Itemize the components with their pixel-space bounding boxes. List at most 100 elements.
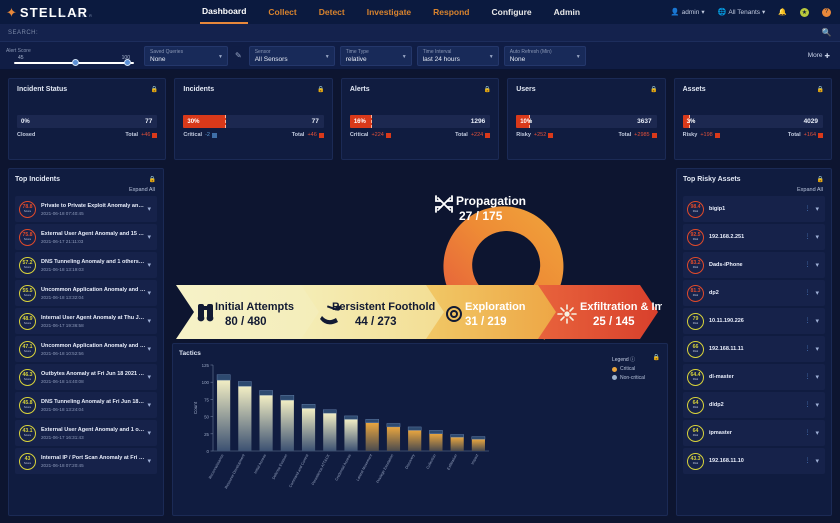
nav-item-dashboard[interactable]: Dashboard [200,0,248,24]
incident-list-item[interactable]: 48.9ScoreInternal User Agent Anomaly at … [15,308,157,334]
chevron-down-icon[interactable]: ▾ [813,233,821,241]
bar-segment-critical[interactable] [366,419,379,422]
incident-list-item[interactable]: 46.3ScoreOutbytes Anomaly at Fri Jun 18 … [15,364,157,390]
legend-entry-critical[interactable]: Critical [612,366,645,372]
kpi-card-alerts[interactable]: Alerts 🔒 16% 1296 Critical +224 Total +2… [341,78,499,160]
more-options-icon[interactable]: ⋮ [801,459,813,464]
bar-segment-critical[interactable] [472,437,485,440]
lock-icon[interactable]: 🔒 [650,86,657,93]
nav-item-collect[interactable]: Collect [266,0,298,24]
bar-segment-non-critical[interactable] [238,386,251,451]
app-logo[interactable]: ✦ STELLAR C Y B E R [0,5,200,20]
incident-list-item[interactable]: 45.8ScoreDNS Tunneling Anomaly at Fri Ju… [15,392,157,418]
more-options-icon[interactable]: ⋮ [801,347,813,352]
more-options-icon[interactable]: ⋮ [801,207,813,212]
more-options-icon[interactable]: ⋮ [801,375,813,380]
asset-list-item[interactable]: 98.4Riskbigip1⋮▾ [683,196,825,222]
sensor-select[interactable]: Sensor All Sensors ▼ [249,46,335,66]
more-options-icon[interactable]: ⋮ [801,319,813,324]
kpi-card-incidents[interactable]: Incidents 🔒 30% 77 Critical -2 Total +46 [174,78,332,160]
info-icon[interactable]: ⓘ [630,357,635,363]
chevron-down-icon[interactable]: ▾ [813,457,821,465]
more-filters-button[interactable]: More ✚ [808,52,834,60]
search-icon[interactable]: 🔍 [822,28,832,37]
user-menu[interactable]: 👤 admin ▾ [671,8,705,16]
kpi-card-users[interactable]: Users 🔒 10% 3637 Risky +252 Total +2985 [507,78,665,160]
bar-segment-critical[interactable] [302,404,315,408]
bar-segment-non-critical[interactable] [259,395,272,451]
expand-all-button[interactable]: Expand All [683,187,823,193]
asset-list-item[interactable]: 81.3Riskdp2⋮▾ [683,280,825,306]
asset-list-item[interactable]: 66Risk192.168.11.11⋮▾ [683,336,825,362]
bar-segment-critical[interactable] [387,423,400,426]
chevron-down-icon[interactable]: ▾ [813,401,821,409]
incident-list-item[interactable]: 47.1ScoreUncommon Application Anomaly an… [15,336,157,362]
expand-all-button[interactable]: Expand All [15,187,155,193]
chevron-down-icon[interactable]: ▾ [145,317,153,325]
lock-icon[interactable]: 🔒 [317,86,324,93]
bar-segment-non-critical[interactable] [408,430,421,451]
chevron-down-icon[interactable]: ▾ [813,317,821,325]
incident-list-item[interactable]: 43.1ScoreExternal User Agent Anomaly and… [15,420,157,446]
chevron-down-icon[interactable]: ▾ [813,429,821,437]
asset-list-item[interactable]: 43.3Risk192.168.11.10⋮▾ [683,448,825,474]
lock-icon[interactable]: 🔒 [817,86,824,93]
lock-icon[interactable]: 🔒 [151,86,158,93]
saved-queries-select[interactable]: Saved Queries None ▼ [144,46,228,66]
bar-segment-critical[interactable] [344,416,357,419]
incident-list-item[interactable]: 57.2ScoreDNS Tunneling Anomaly and 1 oth… [15,252,157,278]
bar-segment-critical[interactable] [259,390,272,395]
bar-segment-non-critical[interactable] [429,434,442,451]
notifications-button[interactable]: 🔔 [778,8,787,16]
lock-icon[interactable]: 🔒 [484,86,491,93]
incident-list-item[interactable]: 78.8ScorePrivate to Private Exploit Anom… [15,196,157,222]
bar-segment-non-critical[interactable] [344,419,357,451]
chevron-down-icon[interactable]: ▾ [145,401,153,409]
chevron-down-icon[interactable]: ▾ [145,457,153,465]
chevron-down-icon[interactable]: ▾ [145,261,153,269]
bar-segment-non-critical[interactable] [387,427,400,451]
more-options-icon[interactable]: ⋮ [801,235,813,240]
chevron-down-icon[interactable]: ▾ [813,205,821,213]
bar-segment-non-critical[interactable] [472,439,485,451]
chevron-down-icon[interactable]: ▾ [145,233,153,241]
help-button[interactable]: ? [822,8,831,17]
bar-segment-non-critical[interactable] [451,437,464,451]
nav-item-configure[interactable]: Configure [490,0,534,24]
chevron-down-icon[interactable]: ▾ [145,289,153,297]
incident-list-item[interactable]: 43ScoreInternal IP / Port Scan Anomaly a… [15,448,157,474]
more-options-icon[interactable]: ⋮ [801,431,813,436]
bar-segment-non-critical[interactable] [302,408,315,451]
alert-score-slider[interactable]: 45 100 [14,55,134,64]
time-type-select[interactable]: Time Type relative ▼ [340,46,412,66]
slider-knob-min[interactable] [72,59,79,66]
asset-list-item[interactable]: 79Risk10.11.190.226⋮▾ [683,308,825,334]
lock-icon[interactable]: 🔒 [817,176,824,183]
slider-track[interactable] [14,62,134,64]
bar-segment-critical[interactable] [281,395,294,400]
nav-item-admin[interactable]: Admin [552,0,582,24]
more-options-icon[interactable]: ⋮ [801,403,813,408]
chevron-down-icon[interactable]: ▾ [145,373,153,381]
auto-refresh-select[interactable]: Auto Refresh (Min) None ▼ [504,46,586,66]
tenant-menu[interactable]: 🌐 All Tenants ▾ [718,8,766,16]
chevron-down-icon[interactable]: ▾ [813,289,821,297]
asset-list-item[interactable]: 64Riskdldp2⋮▾ [683,392,825,418]
chevron-down-icon[interactable]: ▾ [145,345,153,353]
nav-item-detect[interactable]: Detect [317,0,347,24]
chevron-down-icon[interactable]: ▾ [145,429,153,437]
lock-icon[interactable]: 🔒 [653,354,660,361]
lock-icon[interactable]: 🔒 [149,176,156,183]
bar-segment-non-critical[interactable] [281,400,294,451]
more-options-icon[interactable]: ⋮ [801,263,813,268]
kpi-card-assets[interactable]: Assets 🔒 3% 4029 Risky +198 Total +164 [674,78,832,160]
chevron-down-icon[interactable]: ▾ [813,373,821,381]
edit-query-icon[interactable]: ✎ [235,51,242,60]
nav-item-respond[interactable]: Respond [431,0,471,24]
asset-list-item[interactable]: 83.2RiskDads-iPhone⋮▾ [683,252,825,278]
bar-segment-critical[interactable] [217,375,230,381]
legend-entry-non-critical[interactable]: Non-critical [612,375,645,381]
bar-segment-non-critical[interactable] [323,413,336,451]
bar-segment-critical[interactable] [323,410,336,413]
bar-segment-critical[interactable] [408,427,421,430]
